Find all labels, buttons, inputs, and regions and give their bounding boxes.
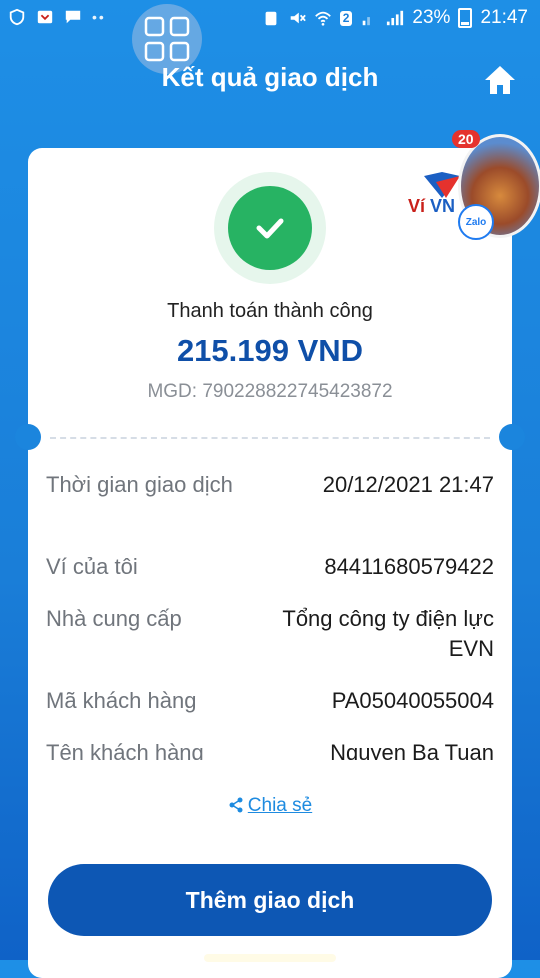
wifi-icon (314, 11, 331, 26)
zalo-icon[interactable]: Zalo (458, 204, 494, 240)
logo-text-vi: Ví (408, 196, 426, 216)
alarm-icon (265, 11, 277, 26)
divider (50, 437, 490, 439)
shield-icon (9, 8, 25, 26)
payment-status: Thanh toán thành công (167, 300, 373, 322)
detail-row-wallet: Ví của tôi 84411680579422 (46, 552, 494, 582)
logo-text-vn: VN (430, 196, 456, 216)
detail-value: Nguyen Ba Tuan (330, 740, 494, 760)
detail-value: 84411680579422 (324, 554, 494, 579)
success-indicator (214, 172, 326, 284)
share-link[interactable]: Chia sẻ (0, 795, 540, 817)
home-icon[interactable] (482, 62, 518, 98)
detail-label: Mã khách hàng (46, 688, 197, 713)
detail-row-provider: Nhà cung cấp Tổng công ty điện lực EVN (46, 604, 494, 664)
bottom-sheet-hint (204, 954, 336, 962)
detail-label: Tên khách hàng (46, 740, 204, 760)
share-icon (229, 797, 243, 813)
card-notch-right (499, 424, 525, 450)
page-title: Kết quả giao dịch (161, 62, 379, 92)
clock: 21:47 (480, 7, 528, 28)
status-bar-right: 2 23% 21:47 (262, 7, 528, 29)
detail-value: Tổng công ty điện lực EVN (282, 606, 494, 661)
detail-label: Ví của tôi (46, 554, 138, 579)
detail-row-customer-name: Tên khách hàng Nguyen Ba Tuan (46, 738, 494, 760)
card-notch-left (15, 424, 41, 450)
detail-value: 20/12/2021 21:47 (322, 472, 494, 497)
battery-icon (458, 8, 473, 28)
add-transaction-button[interactable]: Thêm giao dịch (48, 864, 492, 936)
detail-label: Thời gian giao dịch (46, 472, 233, 497)
detail-row-customer-code: Mã khách hàng PA05040055004 (46, 686, 494, 716)
detail-label: Nhà cung cấp (46, 606, 182, 631)
payment-amount: 215.199 VND (176, 333, 364, 368)
signal-icon (387, 10, 404, 26)
success-check-icon (228, 186, 312, 270)
status-bar-left: •• (8, 8, 106, 26)
status-bar: •• 2 23% 21:47 (0, 0, 540, 36)
detail-row-time: Thời gian giao dịch 20/12/2021 21:47 (46, 470, 494, 530)
notification-app-icon (37, 10, 53, 24)
share-label: Chia sẻ (247, 795, 313, 816)
transaction-id: MGD: 790228822745423872 (147, 381, 393, 402)
vivn-logo: Ví VN (408, 196, 455, 217)
battery-percent: 23% (412, 7, 451, 28)
sim-badge: 2 (339, 10, 353, 26)
detail-value: PA05040055004 (331, 688, 494, 713)
more-notifications-icon: •• (92, 9, 106, 25)
promo-badge: 20 (452, 130, 480, 148)
mute-icon (290, 12, 306, 24)
signal-weak-icon (363, 17, 371, 26)
message-icon (65, 10, 81, 24)
